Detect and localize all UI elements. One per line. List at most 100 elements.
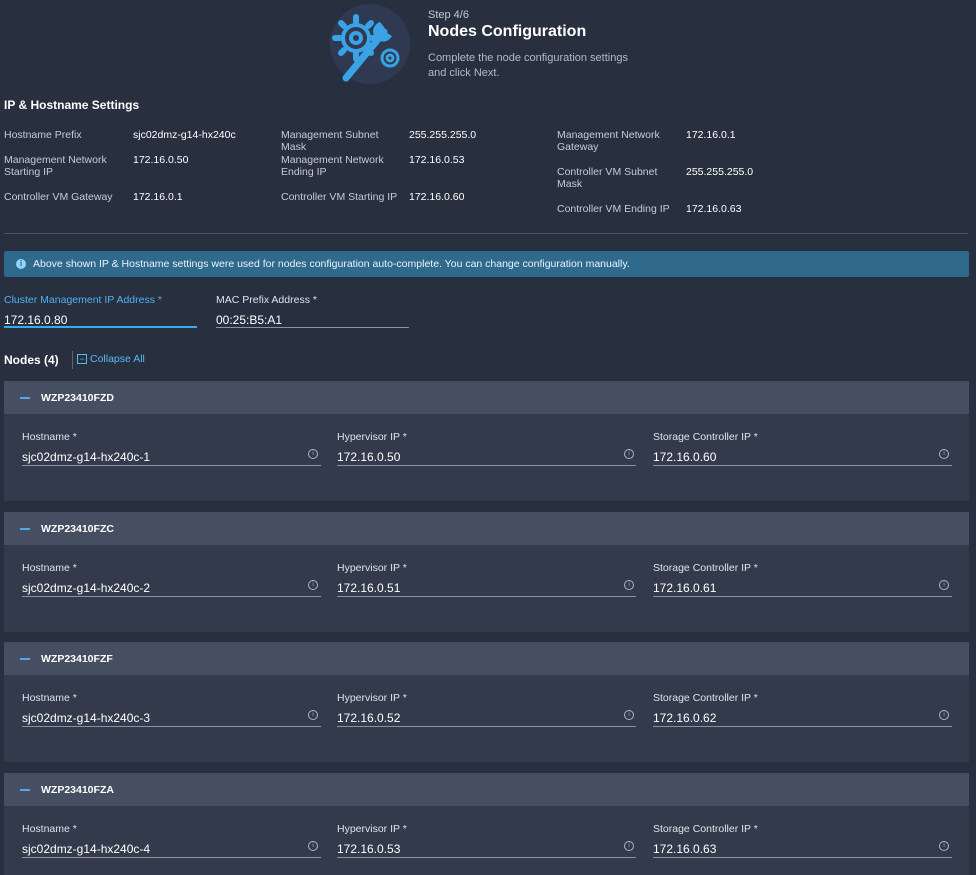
hypervisor-ip-label: Hypervisor IP * bbox=[337, 823, 407, 835]
mac-prefix-input[interactable]: 00:25:B5:A1 bbox=[216, 313, 282, 327]
collapse-all-icon[interactable]: − bbox=[77, 354, 87, 364]
collapse-icon[interactable] bbox=[20, 397, 30, 399]
storage-ip-input[interactable]: 172.16.0.60 bbox=[653, 450, 716, 464]
label-controller-vm-ending-ip: Controller VM Ending IP bbox=[557, 203, 670, 215]
storage-ip-underline bbox=[653, 596, 952, 597]
storage-ip-label: Storage Controller IP * bbox=[653, 823, 758, 835]
hypervisor-ip-label: Hypervisor IP * bbox=[337, 562, 407, 574]
node-header-4[interactable]: WZP23410FZA bbox=[4, 773, 969, 806]
collapse-all-link[interactable]: Collapse All bbox=[90, 353, 145, 365]
section-divider bbox=[4, 233, 968, 234]
value-controller-vm-starting-ip: 172.16.0.60 bbox=[409, 191, 465, 203]
nodes-count-title: Nodes (4) bbox=[4, 353, 59, 367]
hypervisor-ip-underline bbox=[337, 857, 636, 858]
label-mgmt-ending-ip: Management Network Ending IP bbox=[281, 154, 384, 178]
hypervisor-ip-underline bbox=[337, 465, 636, 466]
info-icon[interactable]: i bbox=[939, 710, 949, 720]
hostname-underline bbox=[22, 596, 321, 597]
collapse-icon[interactable] bbox=[20, 658, 30, 660]
mac-prefix-label: MAC Prefix Address * bbox=[216, 294, 317, 306]
value-controller-vm-gateway: 172.16.0.1 bbox=[133, 191, 183, 203]
node-header-3[interactable]: WZP23410FZF bbox=[4, 642, 969, 675]
value-mgmt-starting-ip: 172.16.0.50 bbox=[133, 154, 189, 166]
storage-ip-label: Storage Controller IP * bbox=[653, 692, 758, 704]
node-card-3: WZP23410FZF Hostname * sjc02dmz-g14-hx24… bbox=[4, 642, 969, 762]
hypervisor-ip-label: Hypervisor IP * bbox=[337, 692, 407, 704]
info-icon[interactable]: i bbox=[939, 841, 949, 851]
hostname-underline bbox=[22, 726, 321, 727]
hypervisor-ip-input[interactable]: 172.16.0.50 bbox=[337, 450, 400, 464]
node-header-1[interactable]: WZP23410FZD bbox=[4, 381, 969, 414]
info-icon: i bbox=[16, 259, 26, 269]
info-icon[interactable]: i bbox=[624, 841, 634, 851]
cluster-mgmt-ip-underline bbox=[4, 326, 197, 328]
value-mgmt-ending-ip: 172.16.0.53 bbox=[409, 154, 465, 166]
hostname-label: Hostname * bbox=[22, 692, 77, 704]
page-subtitle: Complete the node configuration settings… bbox=[428, 52, 628, 79]
info-icon[interactable]: i bbox=[939, 449, 949, 459]
info-icon[interactable]: i bbox=[624, 710, 634, 720]
hypervisor-ip-input[interactable]: 172.16.0.51 bbox=[337, 581, 400, 595]
storage-ip-input[interactable]: 172.16.0.61 bbox=[653, 581, 716, 595]
node-serial: WZP23410FZC bbox=[41, 523, 114, 535]
mac-prefix-underline bbox=[216, 327, 409, 328]
label-hostname-prefix: Hostname Prefix bbox=[4, 129, 82, 141]
hypervisor-ip-input[interactable]: 172.16.0.53 bbox=[337, 842, 400, 856]
info-icon[interactable]: i bbox=[308, 841, 318, 851]
storage-ip-underline bbox=[653, 857, 952, 858]
hypervisor-ip-underline bbox=[337, 596, 636, 597]
label-mgmt-starting-ip: Management Network Starting IP bbox=[4, 154, 107, 178]
node-card-4: WZP23410FZA Hostname * sjc02dmz-g14-hx24… bbox=[4, 773, 969, 875]
info-icon[interactable]: i bbox=[939, 580, 949, 590]
hostname-input[interactable]: sjc02dmz-g14-hx240c-1 bbox=[22, 450, 150, 464]
label-controller-vm-gateway: Controller VM Gateway bbox=[4, 191, 113, 203]
info-banner-text: Above shown IP & Hostname settings were … bbox=[33, 258, 630, 270]
value-mgmt-subnet-mask: 255.255.255.0 bbox=[409, 129, 477, 141]
info-icon[interactable]: i bbox=[624, 449, 634, 459]
hostname-input[interactable]: sjc02dmz-g14-hx240c-4 bbox=[22, 842, 150, 856]
section-title-ip-hostname: IP & Hostname Settings bbox=[4, 98, 140, 112]
hostname-input[interactable]: sjc02dmz-g14-hx240c-2 bbox=[22, 581, 150, 595]
step-indicator: Step 4/6 bbox=[428, 9, 469, 21]
storage-ip-underline bbox=[653, 726, 952, 727]
collapse-icon[interactable] bbox=[20, 789, 30, 791]
hostname-input[interactable]: sjc02dmz-g14-hx240c-3 bbox=[22, 711, 150, 725]
page-title: Nodes Configuration bbox=[428, 23, 587, 40]
hostname-underline bbox=[22, 857, 321, 858]
value-mgmt-network-gateway: 172.16.0.1 bbox=[686, 129, 736, 141]
info-banner: i Above shown IP & Hostname settings wer… bbox=[4, 251, 969, 277]
hostname-label: Hostname * bbox=[22, 823, 77, 835]
value-hostname-prefix: sjc02dmz-g14-hx240c bbox=[133, 129, 236, 141]
node-card-1: WZP23410FZD Hostname * sjc02dmz-g14-hx24… bbox=[4, 381, 969, 501]
collapse-icon[interactable] bbox=[20, 528, 30, 530]
hypervisor-ip-input[interactable]: 172.16.0.52 bbox=[337, 711, 400, 725]
value-controller-vm-ending-ip: 172.16.0.63 bbox=[686, 203, 742, 215]
hostname-underline bbox=[22, 465, 321, 466]
nodes-separator bbox=[72, 351, 73, 369]
cluster-mgmt-ip-input[interactable]: 172.16.0.80 bbox=[4, 313, 67, 327]
storage-ip-label: Storage Controller IP * bbox=[653, 562, 758, 574]
value-controller-vm-subnet-mask: 255.255.255.0 bbox=[686, 166, 754, 178]
node-serial: WZP23410FZA bbox=[41, 784, 114, 796]
node-card-2: WZP23410FZC Hostname * sjc02dmz-g14-hx24… bbox=[4, 512, 969, 632]
storage-ip-input[interactable]: 172.16.0.63 bbox=[653, 842, 716, 856]
info-icon[interactable]: i bbox=[308, 710, 318, 720]
hypervisor-ip-underline bbox=[337, 726, 636, 727]
label-mgmt-subnet-mask: Management Subnet Mask bbox=[281, 129, 379, 153]
storage-ip-underline bbox=[653, 465, 952, 466]
storage-ip-input[interactable]: 172.16.0.62 bbox=[653, 711, 716, 725]
hypervisor-ip-label: Hypervisor IP * bbox=[337, 431, 407, 443]
node-serial: WZP23410FZF bbox=[41, 653, 113, 665]
storage-ip-label: Storage Controller IP * bbox=[653, 431, 758, 443]
label-controller-vm-starting-ip: Controller VM Starting IP bbox=[281, 191, 398, 203]
hostname-label: Hostname * bbox=[22, 431, 77, 443]
label-controller-vm-subnet-mask: Controller VM Subnet Mask bbox=[557, 166, 658, 190]
info-icon[interactable]: i bbox=[308, 449, 318, 459]
label-mgmt-network-gateway: Management Network Gateway bbox=[557, 129, 660, 153]
cluster-mgmt-ip-label: Cluster Management IP Address * bbox=[4, 294, 162, 306]
info-icon[interactable]: i bbox=[308, 580, 318, 590]
hostname-label: Hostname * bbox=[22, 562, 77, 574]
node-header-2[interactable]: WZP23410FZC bbox=[4, 512, 969, 545]
node-serial: WZP23410FZD bbox=[41, 392, 114, 404]
info-icon[interactable]: i bbox=[624, 580, 634, 590]
